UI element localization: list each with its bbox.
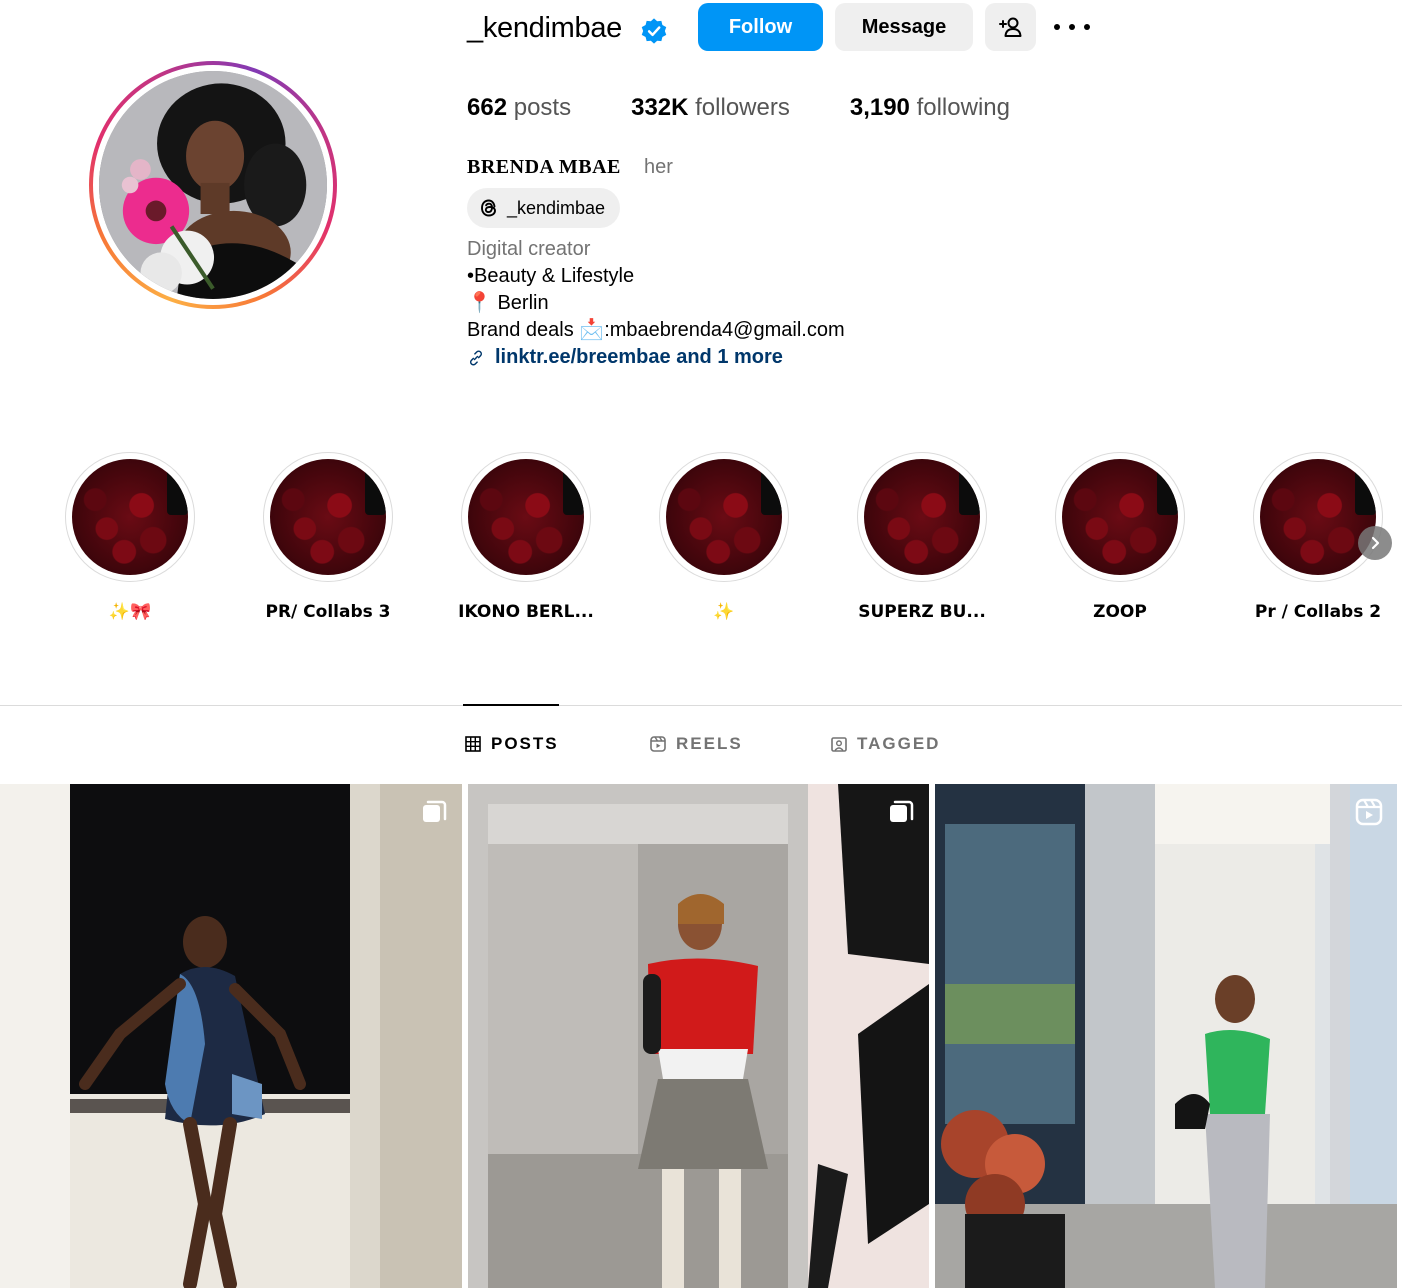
highlight-label: ZOOP [1093, 602, 1147, 622]
post-thumbnail[interactable] [0, 784, 462, 1288]
highlight-ring [659, 452, 789, 582]
tabs-divider [0, 705, 1402, 706]
highlight-cover [468, 459, 584, 575]
highlight-ring [1055, 452, 1185, 582]
grid-icon [465, 736, 481, 752]
story-highlights: ✨🎀 PR/ Collabs 3 IKONO BERL... ✨ SUPERZ … [0, 452, 1402, 632]
add-user-icon [998, 17, 1021, 37]
tab-reels[interactable]: REELS [650, 734, 743, 754]
profile-avatar-ring[interactable] [89, 61, 337, 309]
chevron-right-icon [1371, 536, 1380, 550]
highlight-cover [72, 459, 188, 575]
profile-username: _kendimbae [467, 12, 622, 44]
link-icon [469, 349, 483, 366]
highlight-label: ✨🎀 [108, 602, 152, 622]
followers-stat[interactable]: 332K followers [631, 92, 790, 124]
threads-handle: _kendimbae [507, 197, 606, 218]
posts-label: posts [513, 94, 572, 121]
profile-bio: Digital creator •Beauty & Lifestyle 📍 Be… [467, 236, 845, 371]
post-thumbnail[interactable] [935, 784, 1397, 1288]
highlight-ring [1253, 452, 1383, 582]
post-image [935, 784, 1397, 1288]
bio-category: Digital creator [467, 238, 591, 260]
highlight-ring [461, 452, 591, 582]
followers-count: 332K [631, 94, 689, 121]
highlight-cover [270, 459, 386, 575]
following-label: following [916, 94, 1010, 121]
highlight-cover [1260, 459, 1376, 575]
highlight-label: IKONO BERL... [458, 602, 594, 622]
more-options-icon[interactable] [1054, 13, 1090, 41]
profile-avatar [99, 71, 327, 299]
active-tab-indicator [463, 704, 559, 706]
avatar-photo [99, 71, 327, 299]
highlight-item[interactable]: ✨ [659, 452, 789, 622]
profile-avatar-frame [93, 65, 333, 305]
threads-icon [481, 199, 496, 217]
suggested-accounts-button[interactable] [985, 3, 1036, 51]
follow-button[interactable]: Follow [698, 3, 823, 51]
highlight-cover [864, 459, 980, 575]
highlight-item[interactable]: ZOOP [1055, 452, 1185, 622]
highlight-item[interactable]: IKONO BERL... [458, 452, 594, 622]
highlight-cover [666, 459, 782, 575]
carousel-icon [890, 800, 914, 822]
threads-badge[interactable]: _kendimbae [467, 188, 620, 228]
highlight-cover [1062, 459, 1178, 575]
highlight-item[interactable]: PR/ Collabs 3 [263, 452, 393, 622]
verified-badge-icon [641, 18, 667, 44]
post-image [0, 784, 462, 1288]
profile-full-name: BRENDA MBAE [467, 156, 621, 178]
highlight-label: Pr / Collabs 2 [1254, 602, 1382, 622]
following-stat[interactable]: 3,190 following [850, 92, 1010, 124]
highlight-item[interactable]: SUPERZ BU... [857, 452, 987, 622]
highlight-label: SUPERZ BU... [858, 602, 986, 622]
reels-icon [650, 736, 666, 752]
tab-tagged-label: TAGGED [857, 734, 941, 753]
bio-link-text: linktr.ee/breembae and 1 more [495, 346, 783, 368]
bio-line: Brand deals 📩:mbaebrenda4@gmail.com [467, 319, 845, 341]
tab-posts[interactable]: POSTS [465, 734, 559, 754]
bio-link[interactable]: linktr.ee/breembae and 1 more [467, 344, 845, 371]
posts-stat: 662 posts [467, 92, 571, 124]
bio-line: 📍 Berlin [467, 292, 549, 314]
highlight-label: ✨ [713, 602, 735, 622]
highlight-item[interactable]: ✨🎀 [65, 452, 195, 622]
post-image [468, 784, 929, 1288]
followers-label: followers [695, 94, 790, 121]
posts-grid [0, 784, 1402, 1288]
following-count: 3,190 [849, 94, 910, 121]
tab-reels-label: REELS [676, 734, 743, 753]
tagged-icon [831, 737, 847, 752]
highlight-ring [857, 452, 987, 582]
tab-posts-label: POSTS [491, 734, 559, 753]
posts-count: 662 [467, 94, 508, 121]
profile-pronouns: her [644, 156, 673, 178]
highlight-ring [65, 452, 195, 582]
reels-icon [1355, 798, 1383, 826]
post-thumbnail[interactable] [468, 784, 929, 1288]
bio-line: •Beauty & Lifestyle [467, 265, 635, 287]
profile-stats: 662 posts 332K followers 3,190 following [467, 92, 1070, 124]
message-button[interactable]: Message [835, 3, 973, 51]
highlight-ring [263, 452, 393, 582]
tab-tagged[interactable]: TAGGED [831, 734, 940, 754]
highlights-next-button[interactable] [1358, 526, 1392, 560]
highlight-label: PR/ Collabs 3 [265, 602, 391, 622]
carousel-icon [423, 800, 447, 822]
